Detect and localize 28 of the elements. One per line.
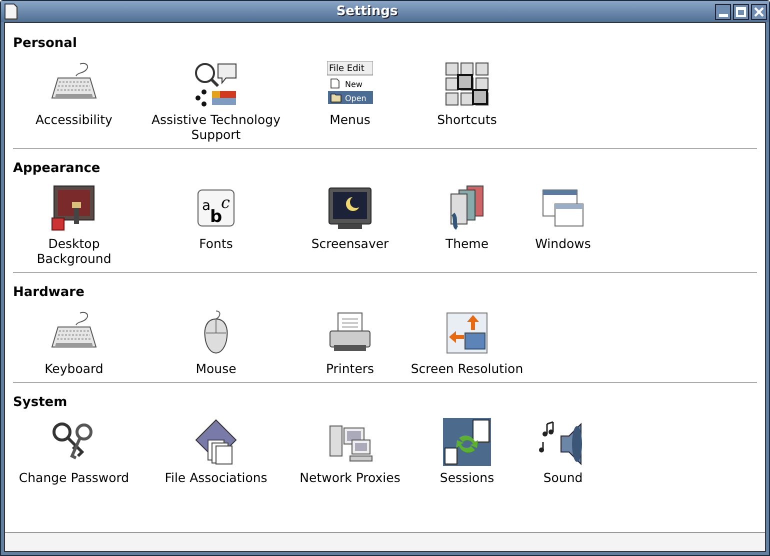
launcher-button[interactable]: Theme	[403, 182, 531, 251]
section-heading: Appearance	[13, 160, 102, 178]
launcher-button[interactable]: Desktop Background	[13, 182, 135, 266]
launcher-button[interactable]: Windows	[531, 182, 595, 251]
section-heading: Hardware	[13, 284, 86, 302]
close-button[interactable]	[751, 4, 767, 20]
minimize-button[interactable]	[715, 4, 731, 20]
launcher-button[interactable]: Sound	[531, 416, 595, 485]
session-windows-icon	[443, 418, 491, 466]
launcher-button[interactable]: Printers	[297, 306, 403, 376]
launcher-button[interactable]: Screen Resolution	[403, 306, 531, 376]
window-menu-icon[interactable]	[3, 3, 19, 20]
section-heading: System	[13, 394, 68, 412]
launcher-button[interactable]: File Associations	[135, 416, 297, 485]
launcher-button[interactable]: Sessions	[403, 416, 531, 485]
launcher-button[interactable]: Screensaver	[297, 182, 403, 251]
maximize-button[interactable]	[733, 4, 749, 20]
window-title: Settings	[336, 2, 398, 21]
launcher-button[interactable]: Accessibility	[13, 58, 135, 126]
launcher-button[interactable]: Assistive Technology Support	[135, 58, 297, 142]
launcher-button[interactable]: Network Proxies	[297, 416, 403, 485]
launcher-button[interactable]: Keyboard	[13, 306, 135, 376]
section-heading: Personal	[13, 35, 78, 53]
launcher-button[interactable]: Mouse	[135, 306, 297, 376]
launcher-button[interactable]: File Edit New Open Menus	[297, 58, 403, 126]
launcher-button[interactable]: Change Password	[13, 416, 135, 485]
keys-grid-icon	[443, 60, 491, 108]
launcher-button[interactable]: Shortcuts	[403, 58, 531, 126]
